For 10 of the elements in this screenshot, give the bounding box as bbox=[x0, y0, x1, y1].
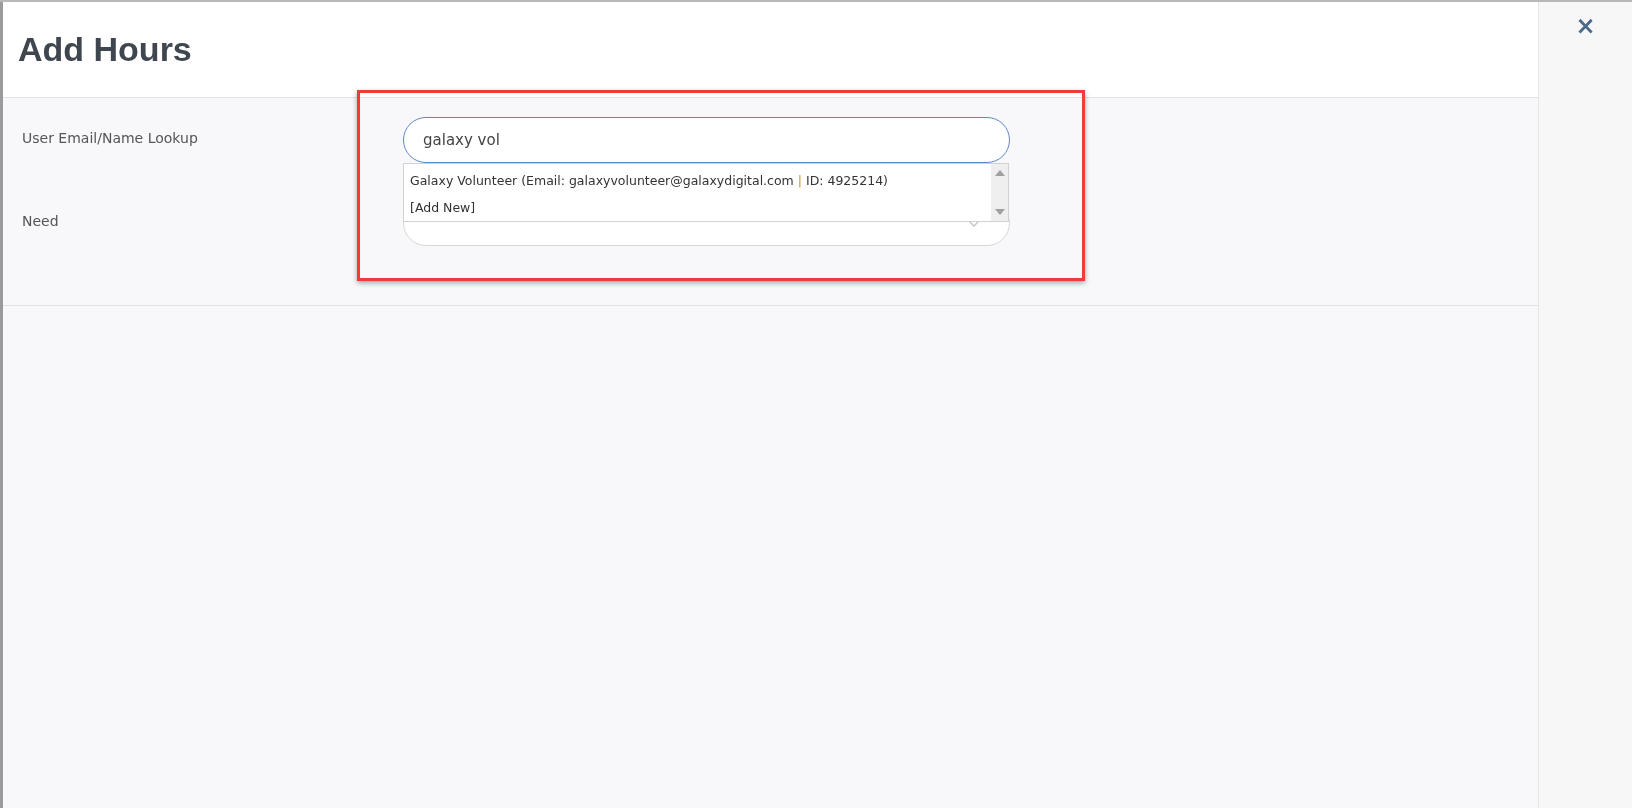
suggestion-item[interactable]: Galaxy Volunteer (Email: galaxyvolunteer@galaxydigital.com | ID: 4925214) bbox=[404, 167, 991, 194]
field-label: User Email/Name Lookup bbox=[21, 129, 199, 146]
dialog-title: Add Hours bbox=[18, 30, 192, 69]
scroll-down-icon[interactable] bbox=[994, 209, 1005, 215]
close-button[interactable]: × bbox=[1571, 12, 1600, 40]
scrollbar[interactable] bbox=[991, 164, 1008, 221]
field-label: Need bbox=[21, 212, 60, 229]
lookup-field[interactable]: galaxy vol bbox=[403, 117, 1010, 163]
suggestion-item[interactable]: [Add New] bbox=[404, 194, 991, 221]
scroll-up-icon[interactable] bbox=[994, 170, 1005, 176]
